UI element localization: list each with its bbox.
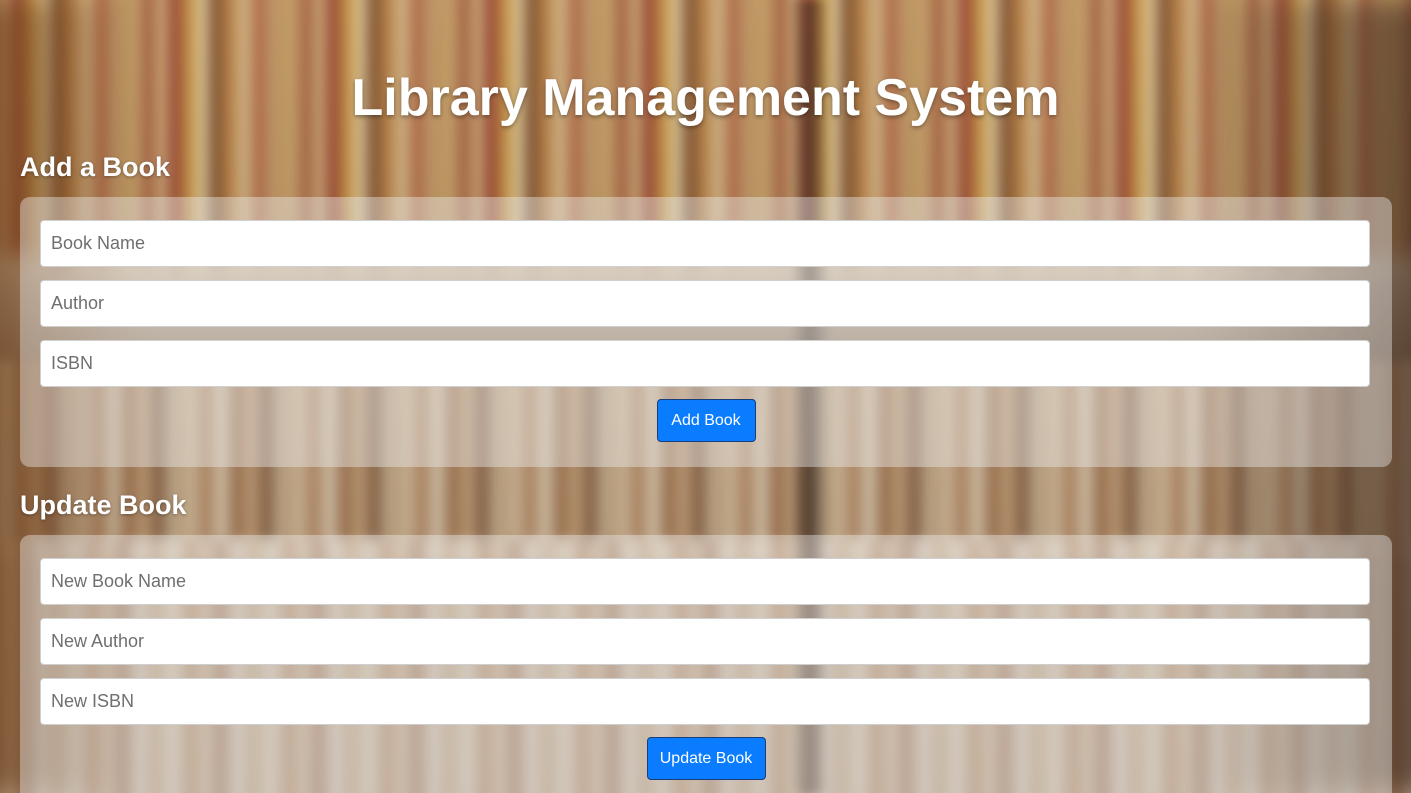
page-title: Library Management System — [351, 69, 1060, 127]
new-isbn-input[interactable] — [40, 678, 1370, 725]
author-input[interactable] — [40, 280, 1370, 327]
update-book-button[interactable]: Update Book — [646, 737, 766, 780]
book-name-input[interactable] — [40, 220, 1370, 267]
new-book-name-input[interactable] — [40, 558, 1370, 605]
update-book-heading: Update Book — [20, 490, 187, 520]
update-book-form: Update Book — [20, 535, 1392, 793]
add-book-heading: Add a Book — [20, 152, 171, 182]
new-author-input[interactable] — [40, 618, 1370, 665]
add-button-row: Add Book — [40, 399, 1372, 442]
add-book-button[interactable]: Add Book — [656, 399, 756, 442]
add-book-form: Add Book — [20, 197, 1392, 467]
update-button-row: Update Book — [40, 737, 1372, 780]
page-content: Library Management System Add a Book Add… — [0, 0, 1411, 793]
isbn-input[interactable] — [40, 340, 1370, 387]
